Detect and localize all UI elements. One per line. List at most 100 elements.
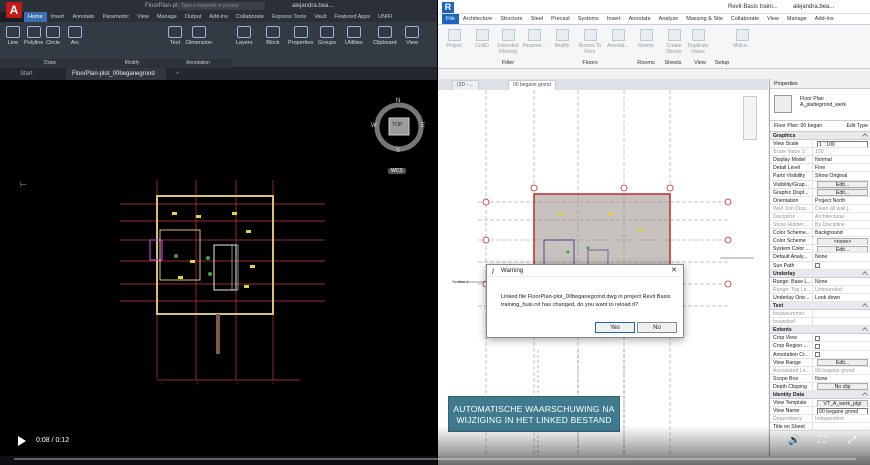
property-row[interactable]: Annotation Cr... [770, 350, 870, 359]
revit-tool-rooms-to-floor[interactable]: Rooms To Floor [578, 29, 602, 55]
revit-tab-analyze[interactable]: Analyze [655, 14, 683, 24]
property-row[interactable]: Default Analy... None [770, 253, 870, 262]
property-value[interactable] [813, 334, 870, 341]
type-selector[interactable]: Floor Plan A_plattegrond_werk [770, 89, 870, 121]
property-row[interactable]: View Range Edit... [770, 358, 870, 367]
property-value[interactable]: Edit... [813, 245, 870, 253]
revit-tool-annotat-[interactable]: Annotat... [606, 29, 630, 49]
revit-tab-manage[interactable]: Manage [783, 14, 811, 24]
property-value[interactable] [813, 310, 870, 317]
property-row[interactable]: Underlay Orie... Look down [770, 293, 870, 302]
revit-tab-view[interactable]: View [763, 14, 783, 24]
property-value[interactable]: Edit... [813, 189, 870, 196]
autocad-tab-unifi[interactable]: UNIFI [374, 12, 396, 22]
revit-tab-precast[interactable]: Precast [547, 14, 574, 24]
viewcube-south[interactable]: S [396, 148, 400, 154]
property-value[interactable]: Edit... [813, 181, 870, 188]
property-value[interactable]: Project North [813, 197, 870, 204]
revit-tab-systems[interactable]: Systems [574, 14, 603, 24]
autocad-tab-express-tools[interactable]: Express Tools [268, 12, 310, 22]
property-value[interactable]: 100 [813, 148, 870, 155]
property-row[interactable]: View Template VT_A_werk_plgr [770, 399, 870, 408]
checkbox[interactable] [815, 352, 820, 358]
property-value-text[interactable]: Edit... [817, 189, 868, 196]
close-icon[interactable]: ✕ [671, 265, 677, 277]
property-value-text[interactable]: 00 begane grond [817, 407, 868, 415]
autocad-group-draw[interactable]: Draw [0, 59, 100, 68]
property-row[interactable]: Crop View [770, 334, 870, 343]
revit-user[interactable]: alejandra.bea... [793, 4, 834, 10]
revit-tab-massing-site[interactable]: Massing & Site [682, 14, 727, 24]
revit-tab-annotate[interactable]: Annotate [625, 14, 655, 24]
checkbox[interactable] [815, 335, 820, 341]
property-value[interactable]: 00 begane grond [813, 367, 870, 374]
properties-section-underlay[interactable]: Underlay [770, 269, 870, 278]
viewcube-top[interactable]: TOP [392, 122, 402, 128]
autocad-tab-featured-apps[interactable]: Featured Apps [330, 12, 374, 22]
autocad-tab-insert[interactable]: Insert [47, 12, 69, 22]
fullscreen-exit-icon[interactable]: ⛶ [816, 435, 828, 447]
autocad-tab-output[interactable]: Output [181, 12, 206, 22]
video-progress-track[interactable] [14, 458, 856, 460]
wcs-menu[interactable]: WCS [388, 168, 406, 174]
property-value[interactable]: None [813, 375, 870, 382]
autocad-tab-annotate[interactable]: Annotate [68, 12, 98, 22]
property-value[interactable]: Architectural [813, 213, 870, 220]
property-row[interactable]: Graphic Displ... Edit... [770, 188, 870, 197]
property-row[interactable]: Color Scheme... Background [770, 229, 870, 238]
revit-tool-project[interactable]: Project [442, 29, 466, 49]
property-row[interactable]: Orientation Project North [770, 196, 870, 205]
property-value[interactable] [813, 342, 870, 349]
property-value-text[interactable]: 1 : 100 [817, 140, 868, 148]
property-value[interactable]: By Discipline [813, 221, 870, 228]
property-row[interactable]: View Name 00 begane grond [770, 407, 870, 416]
viewcube[interactable]: TOP N S E W [370, 98, 428, 156]
property-row[interactable]: Visibility/Grap... Edit... [770, 180, 870, 189]
revit-tool-rooms[interactable]: Rooms [634, 29, 658, 49]
property-row[interactable]: Sun Path [770, 261, 870, 270]
fullscreen-icon[interactable]: ⤢ [846, 435, 858, 447]
revit-tool-duplicate-views[interactable]: Duplicate Views [686, 29, 710, 55]
checkbox[interactable] [815, 263, 820, 268]
autocad-tool-polyline[interactable]: Polyline [24, 26, 43, 46]
revit-tab-collaborate[interactable]: Collaborate [727, 14, 763, 24]
section-label[interactable]: Section 1 [452, 279, 469, 284]
revit-tab-structure[interactable]: Structure [496, 14, 526, 24]
revit-tool-create-sheets[interactable]: Create Sheets [662, 29, 686, 55]
autocad-tool-utilities[interactable]: Utilities [345, 26, 363, 46]
autocad-tab-vault[interactable]: Vault [310, 12, 330, 22]
property-value[interactable] [813, 351, 870, 358]
autocad-tool-groups[interactable]: Groups [318, 26, 336, 46]
revit-tool-midco-[interactable]: Midco... [730, 29, 754, 49]
property-row[interactable]: View Scale 1 : 100 [770, 140, 870, 149]
autocad-tab-view[interactable]: View [133, 12, 153, 22]
revit-tool-extended-filtering[interactable]: Extended Filtering [496, 29, 520, 55]
revit-tool-coilid[interactable]: CoilID [470, 29, 494, 49]
property-value[interactable]: Normal [813, 156, 870, 163]
property-row[interactable]: bouwnummer [770, 310, 870, 319]
properties-section-extents[interactable]: Extents [770, 326, 870, 335]
property-value-text[interactable]: Edit... [817, 359, 868, 366]
autocad-tab-add-ins[interactable]: Add-ins [205, 12, 232, 22]
autocad-search-input[interactable]: Type a keyword or phrase [177, 2, 265, 10]
autocad-user[interactable]: alejandra.bea... [292, 0, 333, 12]
property-value[interactable]: Clean all wall j... [813, 205, 870, 212]
property-row[interactable]: Show Hidden ... By Discipline [770, 221, 870, 230]
navigation-bar[interactable] [743, 96, 757, 140]
property-value[interactable] [813, 318, 870, 325]
yes-button[interactable]: Yes [595, 322, 635, 333]
viewcube-east[interactable]: E [421, 123, 425, 129]
property-value[interactable]: Edit... [813, 359, 870, 366]
property-row[interactable]: Color Scheme <none> [770, 237, 870, 246]
revit-tab-file[interactable]: File [442, 14, 459, 24]
autocad-tool-text[interactable]: Text [168, 26, 182, 46]
property-value-text[interactable]: Edit... [817, 181, 868, 188]
revit-tab-insert[interactable]: Insert [603, 14, 625, 24]
autocad-tab-home[interactable]: Home [24, 12, 47, 22]
edit-type-button[interactable]: Edit Type [846, 121, 868, 132]
property-value-text[interactable]: <none> [817, 237, 868, 245]
property-value[interactable]: VT_A_werk_plgr [813, 399, 870, 407]
property-row[interactable]: Depth Clipping No clip [770, 382, 870, 391]
autocad-tab-collaborate[interactable]: Collaborate [232, 12, 268, 22]
autocad-logo[interactable]: A [6, 2, 22, 18]
